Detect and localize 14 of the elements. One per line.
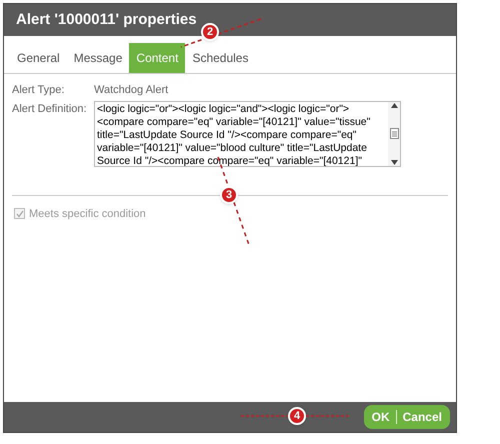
field-value: Watchdog Alert: [94, 83, 170, 98]
tab[interactable]: Schedules: [185, 43, 256, 73]
scroll-down-icon[interactable]: [390, 160, 398, 164]
scrollbar[interactable]: [388, 102, 400, 166]
scroll-up-icon[interactable]: [390, 102, 398, 108]
tab[interactable]: Message: [66, 43, 130, 73]
tab[interactable]: General: [10, 43, 67, 73]
field-label: Alert Definition:: [12, 102, 88, 116]
checkbox-label: Meets specific condition: [29, 206, 146, 222]
window-title: Alert '1000011' properties: [16, 10, 197, 30]
definition-text-area[interactable]: <logic logic="or"><logic logic="and"><logic logic="or"> <compare compare="eq" variable="[40121]" value="tissue" title="LastUpdate Source Id "/><compare compare="eq" variable="[40121]" value="blood culture" title="LastUpdate Source Id "/><compare compare="eq" variable="[40121]": [94, 100, 401, 166]
scroll-thumb-icon[interactable]: [390, 128, 398, 139]
check-icon: [16, 210, 24, 218]
field-label: Alert Type:: [12, 83, 66, 98]
